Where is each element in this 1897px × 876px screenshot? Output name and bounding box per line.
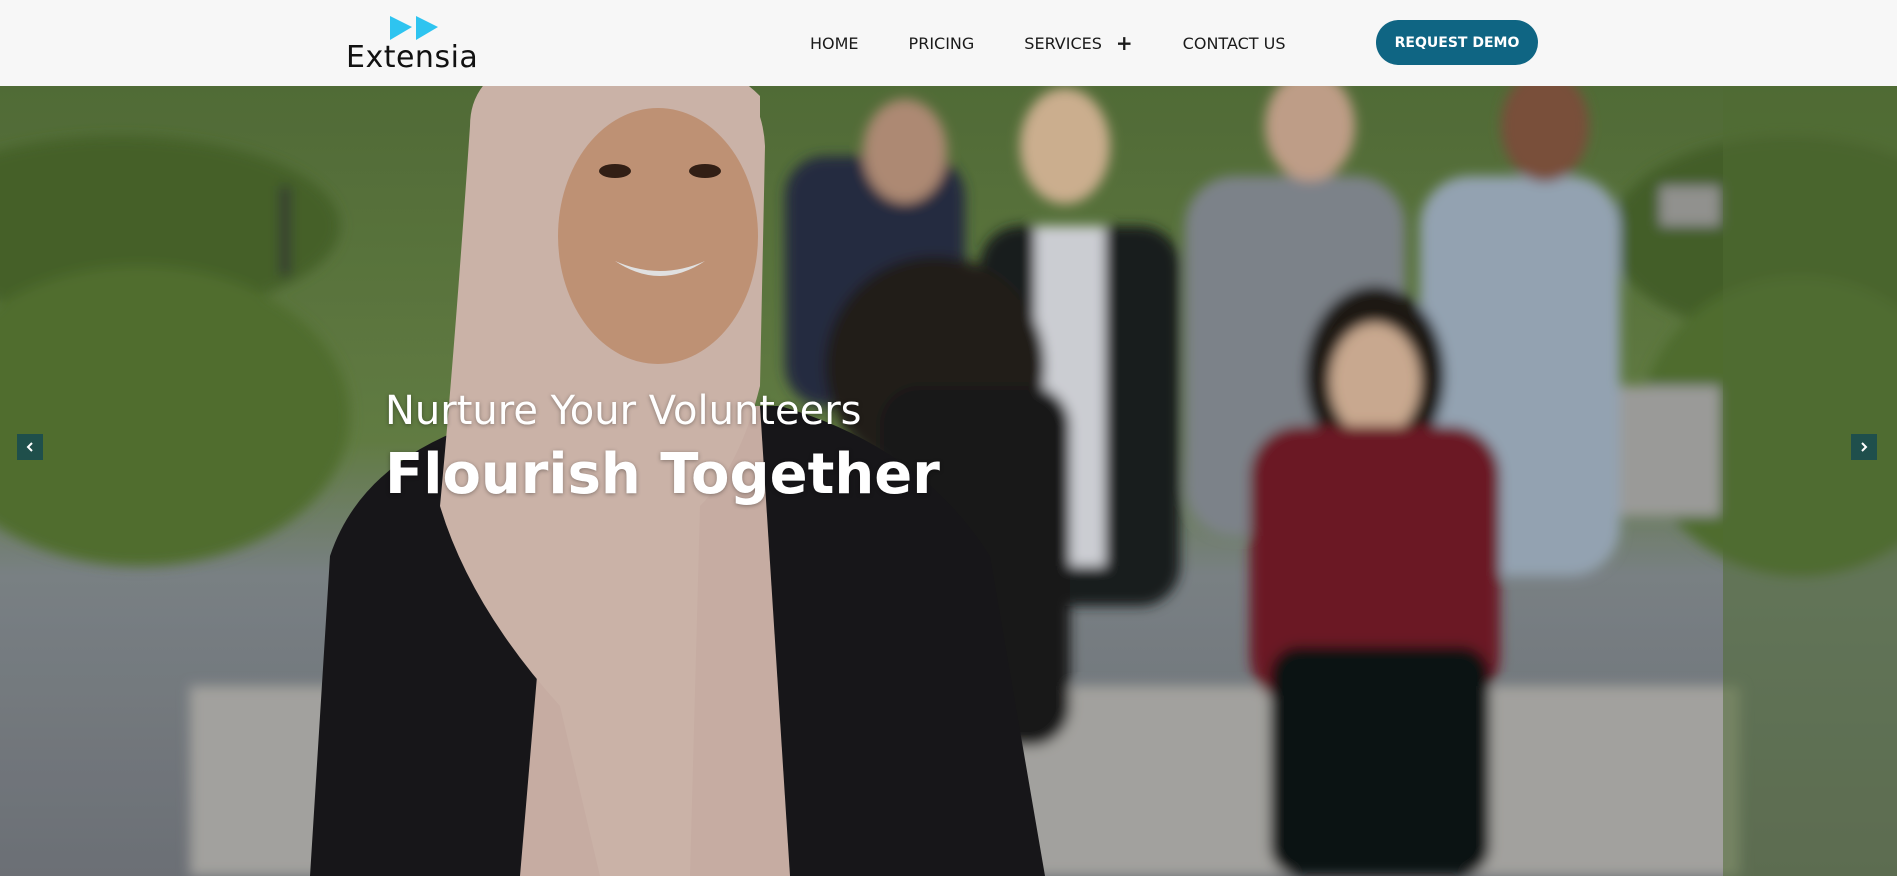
chevron-left-icon (26, 442, 33, 452)
nav-services-label: SERVICES (1024, 33, 1102, 53)
hero-slider: Nurture Your Volunteers Flourish Togethe… (0, 86, 1897, 876)
site-header: Extensia HOME PRICING SERVICES + CONTACT… (0, 0, 1897, 86)
nav-contact-us[interactable]: CONTACT US (1183, 34, 1286, 53)
hero-caption: Nurture Your Volunteers Flourish Togethe… (385, 386, 940, 510)
nav-services[interactable]: SERVICES + (1024, 33, 1133, 53)
nav-home-label: HOME (810, 33, 859, 53)
logo[interactable]: Extensia (346, 14, 480, 75)
slider-next-button[interactable] (1851, 434, 1877, 460)
chevron-right-icon (1861, 442, 1868, 452)
slider-prev-button[interactable] (17, 434, 43, 460)
nav-pricing[interactable]: PRICING (909, 34, 975, 53)
plus-icon[interactable]: + (1116, 33, 1133, 53)
hero-title: Flourish Together (385, 442, 940, 507)
nav-home[interactable]: HOME (810, 34, 859, 53)
play-forward-icon (390, 16, 438, 40)
nav-pricing-label: PRICING (908, 33, 975, 53)
nav-contact-label: CONTACT US (1182, 33, 1286, 53)
main-nav: HOME PRICING SERVICES + CONTACT US (810, 0, 1336, 86)
logo-text: Extensia (346, 40, 479, 75)
hero-background-image (0, 86, 1897, 876)
request-demo-button[interactable]: REQUEST DEMO (1376, 20, 1538, 65)
hero-subtitle: Nurture Your Volunteers (385, 388, 862, 434)
